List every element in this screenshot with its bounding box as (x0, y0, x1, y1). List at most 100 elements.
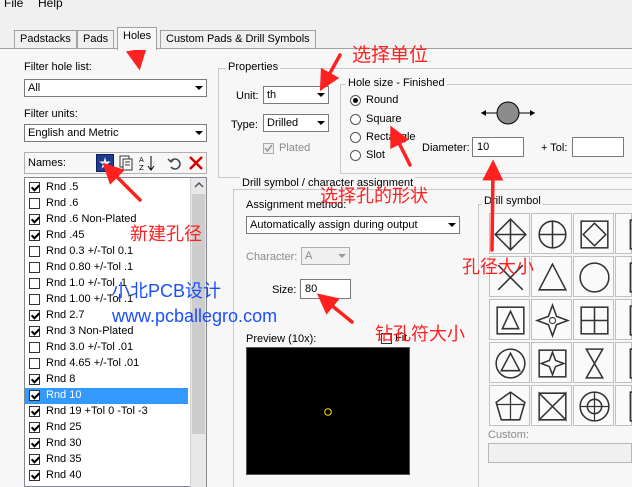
drill-symbol-cell[interactable] (615, 213, 632, 254)
symbol-size-input[interactable]: 80 (300, 279, 351, 299)
drill-symbol-cell[interactable] (489, 299, 530, 340)
hole-visible-checkbox[interactable] (29, 438, 40, 449)
drill-symbol-cell[interactable] (489, 213, 530, 254)
drill-symbol-cell[interactable] (615, 342, 632, 383)
drill-symbol-cell[interactable] (531, 299, 572, 340)
new-hole-button[interactable] (96, 154, 114, 172)
hole-visible-checkbox[interactable] (29, 294, 40, 305)
hole-visible-checkbox[interactable] (29, 406, 40, 417)
drill-symbol-icon (538, 391, 567, 422)
hole-visible-checkbox[interactable] (29, 262, 40, 273)
new-star-icon (99, 157, 111, 169)
hole-list-item[interactable]: Rnd 0.80 +/-Tol .1 (25, 260, 188, 276)
delete-button[interactable] (187, 154, 205, 172)
drill-symbol-cell[interactable] (573, 342, 614, 383)
hole-list-item-label: Rnd .5 (46, 181, 79, 193)
filter-units-value: English and Metric (28, 127, 119, 139)
hole-list-item[interactable]: Rnd 0.3 +/-Tol 0.1 (25, 244, 188, 260)
drill-symbol-cell[interactable] (573, 385, 614, 426)
hole-list-item-label: Rnd 4.65 +/-Tol .01 (46, 357, 140, 369)
hole-visible-checkbox[interactable] (29, 230, 40, 241)
type-select[interactable]: Drilled (263, 114, 329, 132)
hole-visible-checkbox[interactable] (29, 310, 40, 321)
hole-list-item[interactable]: Rnd 4.65 +/-Tol .01 (25, 356, 188, 372)
unit-select[interactable]: th (263, 86, 329, 104)
tab-padstacks[interactable]: Padstacks (14, 30, 77, 49)
filter-hole-list-select[interactable]: All (24, 79, 207, 97)
hole-list-item[interactable]: Rnd 40 (25, 468, 188, 484)
shape-radio-square[interactable] (350, 114, 361, 125)
custom-symbol-select[interactable] (488, 443, 632, 463)
character-select[interactable]: A (301, 247, 350, 265)
menu-bar: File Help (0, 0, 632, 12)
drill-symbol-cell[interactable] (573, 299, 614, 340)
tab-custom-pads[interactable]: Custom Pads & Drill Symbols (160, 30, 316, 49)
hole-list-item[interactable]: Rnd .5 (25, 180, 188, 196)
drill-symbol-cell[interactable] (615, 299, 632, 340)
hole-list-item[interactable]: Rnd 35 (25, 452, 188, 468)
hole-list-item[interactable]: Rnd 10 (25, 388, 188, 404)
drill-symbol-cell[interactable] (573, 213, 614, 254)
undo-button[interactable] (166, 154, 184, 172)
hole-list-item[interactable]: Rnd .6 (25, 196, 188, 212)
drill-symbol-cell[interactable] (531, 256, 572, 297)
hole-visible-checkbox[interactable] (29, 182, 40, 193)
menu-help[interactable]: Help (38, 0, 63, 10)
hole-visible-checkbox[interactable] (29, 470, 40, 481)
shape-label-round: Round (366, 94, 399, 106)
tab-bar: Padstacks Pads Holes Custom Pads & Drill… (0, 27, 632, 50)
hole-visible-checkbox[interactable] (29, 422, 40, 433)
filter-units-select[interactable]: English and Metric (24, 124, 207, 142)
hole-visible-checkbox[interactable] (29, 278, 40, 289)
type-label: Type: (231, 119, 258, 131)
watermark-name: 小北PCB设计 (112, 281, 222, 301)
drill-symbol-icon (584, 348, 605, 379)
tol-input[interactable] (572, 137, 624, 157)
hole-list-item[interactable]: Rnd 3.0 +/-Tol .01 (25, 340, 188, 356)
drill-symbol-cell[interactable] (573, 256, 614, 297)
diameter-input[interactable]: 10 (472, 137, 524, 157)
scroll-up-icon[interactable] (192, 178, 206, 192)
hole-visible-checkbox[interactable] (29, 358, 40, 369)
plated-checkbox[interactable] (263, 143, 274, 154)
hole-visible-checkbox[interactable] (29, 326, 40, 337)
hole-visible-checkbox[interactable] (29, 214, 40, 225)
hole-visible-checkbox[interactable] (29, 374, 40, 385)
annotation-hole-size: 孔径大小 (462, 257, 534, 277)
hole-visible-checkbox[interactable] (29, 246, 40, 257)
assignment-method-select[interactable]: Automatically assign during output (246, 216, 460, 234)
drill-symbol-cell[interactable] (489, 342, 530, 383)
hole-list-item[interactable]: Rnd 25 (25, 420, 188, 436)
drill-symbol-cell[interactable] (615, 256, 632, 297)
drill-symbol-cell[interactable] (615, 385, 632, 426)
drill-symbol-icon (579, 262, 610, 293)
tab-pads[interactable]: Pads (77, 30, 115, 49)
hole-visible-checkbox[interactable] (29, 198, 40, 209)
shape-radio-rectangle[interactable] (350, 132, 361, 143)
menu-file[interactable]: File (4, 0, 23, 10)
drill-symbol-cell[interactable] (531, 385, 572, 426)
filter-units-label: Filter units: (24, 108, 78, 120)
sort-button[interactable]: AZ (138, 154, 156, 172)
hole-list-item[interactable]: Rnd 19 +Tol 0 -Tol -3 (25, 404, 188, 420)
names-label: Names: (28, 157, 66, 169)
hole-list-item-label: Rnd 19 +Tol 0 -Tol -3 (46, 405, 148, 417)
copy-icon (119, 155, 133, 171)
hole-visible-checkbox[interactable] (29, 390, 40, 401)
hole-list-item-label: Rnd 10 (46, 389, 82, 401)
hole-visible-checkbox[interactable] (29, 454, 40, 465)
hole-list-item[interactable]: Rnd 8 (25, 372, 188, 388)
tab-holes[interactable]: Holes (117, 27, 158, 50)
hole-visible-checkbox[interactable] (29, 342, 40, 353)
drill-symbol-cell[interactable] (531, 342, 572, 383)
drill-symbol-cell[interactable] (531, 213, 572, 254)
annotation-select-unit: 选择单位 (352, 45, 429, 66)
chevron-down-icon (195, 86, 203, 90)
preview-label: Preview (10x): (246, 333, 317, 345)
hole-list-item-label: Rnd 25 (46, 421, 82, 433)
shape-radio-round[interactable] (350, 95, 361, 106)
copy-button[interactable] (117, 154, 135, 172)
hole-list-item[interactable]: Rnd 30 (25, 436, 188, 452)
shape-radio-slot[interactable] (350, 150, 361, 161)
drill-symbol-cell[interactable] (489, 385, 530, 426)
